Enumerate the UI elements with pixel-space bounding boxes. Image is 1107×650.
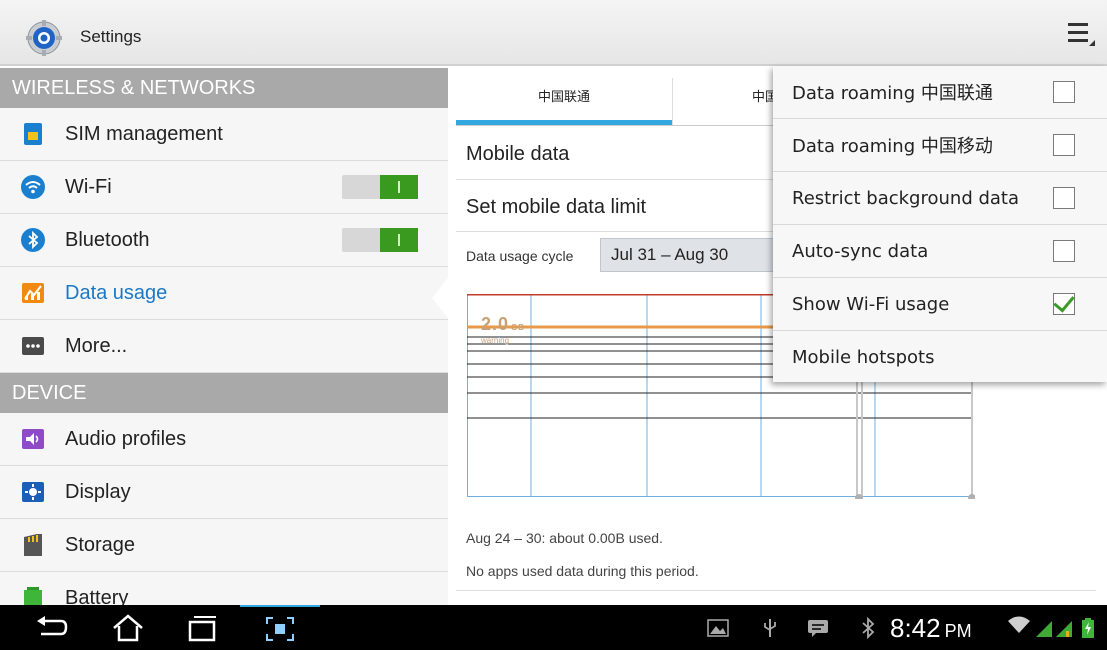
back-icon[interactable] [30,611,74,645]
menu-item-label: Mobile hotspots [792,347,935,368]
divider [456,590,1096,591]
tab-sim1[interactable]: 中国联通 [456,68,672,122]
tab-divider [672,78,673,126]
bluetooth-icon [21,228,45,252]
display-icon [21,480,45,504]
menu-item-label: Data roaming 中国联通 [792,83,993,104]
home-icon[interactable] [106,611,150,645]
recent-apps-icon[interactable] [180,611,224,645]
sidebar-item-storage[interactable]: Storage [0,519,448,572]
sim-card-icon [21,122,45,146]
mobile-data-pref[interactable]: Mobile data [466,143,569,166]
menu-item-label: Show Wi-Fi usage [792,293,950,315]
sidebar-item-more[interactable]: More... [0,320,448,373]
app-title: Settings [80,27,142,46]
storage-icon [21,533,45,557]
menu-item-data-roaming-sim1[interactable]: Data roaming 中国联通 [773,66,1107,119]
clock-ampm: PM [944,621,972,641]
auto-sync-data-checkbox[interactable] [1053,240,1075,262]
bluetooth-status-icon [860,617,876,639]
sidebar-item-label: Display [65,480,131,503]
battery-icon [21,586,45,605]
clock-time: 8:42 [890,613,941,643]
sidebar-item-label: More... [65,334,128,357]
sidebar-item-display[interactable]: Display [0,466,448,519]
wifi-toggle[interactable] [342,175,418,199]
sidebar-item-data-usage[interactable]: Data usage [0,267,448,320]
sidebar-item-battery[interactable]: Battery [0,572,448,605]
restrict-background-data-checkbox[interactable] [1053,187,1075,209]
settings-list: WIRELESS & NETWORKS SIM management Wi-Fi… [0,68,448,605]
battery-charging-icon [1080,617,1096,639]
action-bar: Settings [0,0,1107,66]
selection-indicator [432,278,448,318]
usage-summary: Aug 24 – 30: about 0.00B used. [466,530,663,546]
menu-item-show-wifi-usage[interactable]: Show Wi-Fi usage [773,278,1107,331]
sidebar-item-label: Wi-Fi [65,175,112,198]
overflow-menu-button[interactable] [1062,18,1098,52]
overflow-menu: Data roaming 中国联通 Data roaming 中国移动 Rest… [773,66,1107,382]
section-header-device: DEVICE [0,373,448,413]
sidebar-item-sim-management[interactable]: SIM management [0,108,448,161]
section-header-wireless: WIRELESS & NETWORKS [0,68,448,108]
data-usage-icon [21,281,45,305]
sidebar-item-wifi[interactable]: Wi-Fi [0,161,448,214]
wifi-icon [21,175,45,199]
audio-profiles-icon [21,427,45,451]
menu-item-label: Auto-sync data [792,240,929,262]
warning-label: warning [481,336,510,345]
menu-item-label: Data roaming 中国移动 [792,136,993,157]
usb-icon [760,617,780,639]
cell-signal-icon [1034,617,1078,639]
message-icon [806,617,830,639]
data-usage-cycle-spinner[interactable]: Jul 31 – Aug 30 [600,238,790,272]
set-data-limit-pref[interactable]: Set mobile data limit [466,196,646,219]
sidebar-item-label: Audio profiles [65,427,187,450]
system-bar: 8:42 PM [0,605,1107,650]
warning-value: 2.0 GB [481,314,526,334]
sidebar-item-label: Bluetooth [65,228,150,251]
menu-item-restrict-background-data[interactable]: Restrict background data [773,172,1107,225]
data-roaming-sim2-checkbox[interactable] [1053,134,1075,156]
data-roaming-sim1-checkbox[interactable] [1053,81,1075,103]
bluetooth-toggle[interactable] [342,228,418,252]
menu-item-label: Restrict background data [792,187,1020,209]
sidebar-item-audio-profiles[interactable]: Audio profiles [0,413,448,466]
sidebar-item-label: Data usage [65,281,168,304]
sidebar-item-label: Battery [65,586,129,606]
gallery-notification-icon [706,617,730,639]
screenshot-icon[interactable] [240,605,320,650]
sidebar-item-label: SIM management [65,122,223,145]
clock: 8:42 PM [890,613,972,644]
settings-gear-icon[interactable] [26,20,62,56]
apps-usage-note: No apps used data during this period. [466,563,699,579]
menu-item-auto-sync-data[interactable]: Auto-sync data [773,225,1107,278]
menu-item-data-roaming-sim2[interactable]: Data roaming 中国移动 [773,119,1107,172]
data-usage-cycle-label: Data usage cycle [466,248,574,264]
menu-item-mobile-hotspots[interactable]: Mobile hotspots [773,331,1107,384]
wifi-signal-icon [1006,613,1032,635]
sidebar-item-bluetooth[interactable]: Bluetooth [0,214,448,267]
more-icon [21,334,45,358]
sidebar-item-label: Storage [65,533,136,556]
show-wifi-usage-checkbox[interactable] [1053,293,1075,315]
